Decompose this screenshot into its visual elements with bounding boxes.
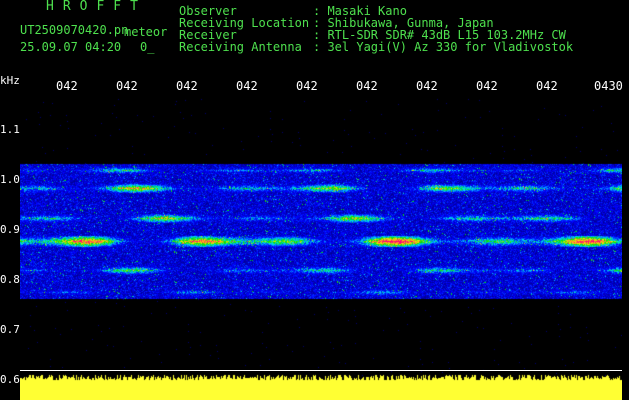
meteor-label: meteor [124,25,168,39]
counter: 0_ [140,40,155,54]
antenna-value: : 3el Yagi(V) Az 330 for Vladivostok [313,40,574,54]
axis-unit: kHz [0,74,20,87]
frequency-tick: 0.8 [0,273,20,286]
time-tick: 042 [236,79,258,93]
frequency-tick: 0.9 [0,223,20,236]
frequency-tick: 1.1 [0,123,20,136]
frequency-tick: 0.7 [0,323,20,336]
time-tick: 042 [356,79,378,93]
time-tick: 042 [416,79,438,93]
time-tick: 042 [296,79,318,93]
app-brand: HROFFT [46,0,147,14]
frequency-tick: 1.0 [0,173,20,186]
antenna-label: Receiving Antenna [179,40,302,54]
time-tick: 042 [476,79,498,93]
baseline-divider [20,370,622,371]
time-tick: 042 [176,79,198,93]
file-name: UT2509070420.pn [20,23,129,37]
time-tick: 042 [536,79,558,93]
time-tick: 042 [116,79,138,93]
date-time: 25.09.07 04:20 [20,40,122,54]
time-tick: 042 [56,79,78,93]
spectrogram-waterfall [20,98,622,400]
time-tick: 0430 [594,79,623,93]
frequency-tick: 0.6 [0,373,20,386]
